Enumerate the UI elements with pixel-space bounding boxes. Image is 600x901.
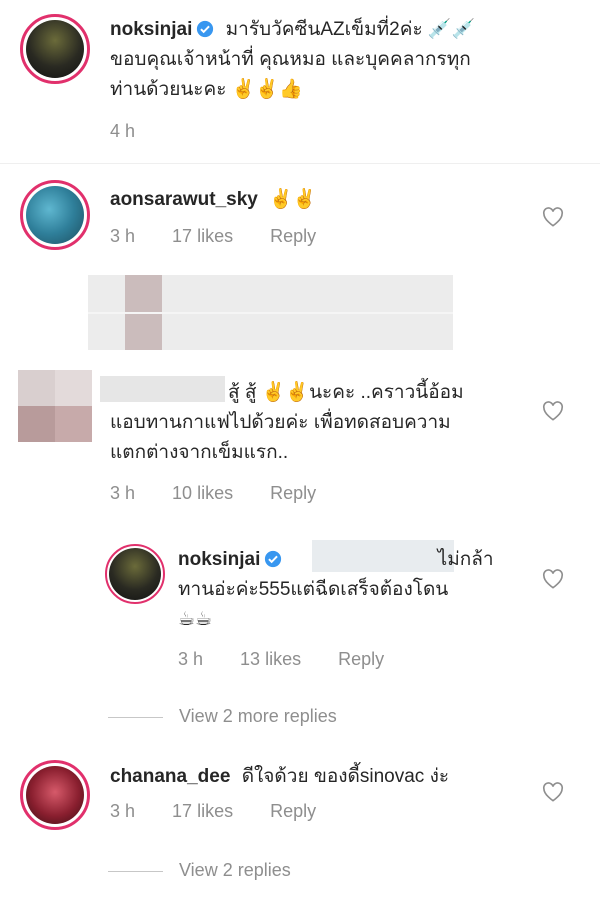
reply-time: 3 h: [178, 649, 204, 669]
caption-divider: [0, 163, 600, 164]
reply-line-3: ☕☕: [178, 609, 213, 630]
post-timestamp: 4 h: [110, 121, 136, 141]
thread-line: [108, 870, 163, 872]
reply-button[interactable]: Reply: [270, 801, 316, 821]
comment-likes[interactable]: 17 likes: [172, 801, 233, 821]
reply-meta: 3 h 13 likes Reply: [178, 649, 416, 670]
commenter-avatar[interactable]: [20, 180, 90, 250]
post-caption: noksinjai มารับวัคซีนAZเข็มที่2ค่ะ 💉💉 ขอ…: [110, 15, 550, 105]
post-author-username[interactable]: noksinjai: [110, 19, 192, 40]
caption-line-3: ท่านด้วยนะคะ ✌️✌️👍: [110, 79, 303, 100]
avatar-image: [26, 20, 84, 78]
comment-line-1: สู้ สู้ ✌️✌️นะคะ ..คราวนี้อ้อม: [228, 382, 464, 403]
comment-username[interactable]: chanana_dee: [110, 766, 230, 787]
comment-line-3: แตกต่างจากเข็มแรก..: [110, 442, 289, 463]
comment-time: 3 h: [110, 226, 136, 246]
view-replies-label: View 2 replies: [179, 860, 291, 880]
thread-line: [108, 716, 163, 718]
view-more-replies-button[interactable]: View 2 more replies: [108, 706, 337, 727]
reply-author-avatar[interactable]: [105, 544, 165, 604]
comment-likes[interactable]: 17 likes: [172, 226, 233, 246]
verified-badge-icon: [265, 550, 282, 568]
comment-text: ✌️✌️: [269, 189, 317, 210]
comment-time: 3 h: [110, 801, 136, 821]
avatar-image: [26, 186, 84, 244]
reply-button[interactable]: Reply: [338, 649, 384, 669]
comment-meta: 3 h 17 likes Reply: [110, 801, 348, 822]
comment-likes[interactable]: 10 likes: [172, 483, 233, 503]
reply-button[interactable]: Reply: [270, 226, 316, 246]
reply-likes[interactable]: 13 likes: [240, 649, 301, 669]
like-heart-icon[interactable]: [542, 207, 564, 227]
reply-button[interactable]: Reply: [270, 483, 316, 503]
comment-meta: 3 h 17 likes Reply: [110, 226, 348, 247]
comment-body: aonsarawut_sky ✌️✌️: [110, 185, 316, 215]
like-heart-icon[interactable]: [542, 782, 564, 802]
caption-line-2: ขอบคุณเจ้าหน้าที่ คุณหมอ และบุคคลากรทุก: [110, 49, 471, 70]
like-heart-icon[interactable]: [542, 569, 564, 589]
reply-line-2: ทานอ่ะค่ะ555แต่ฉีดเสร็จต้องโดน: [178, 579, 449, 600]
comment-time: 3 h: [110, 483, 136, 503]
comment-text: ดีใจด้วย ของดี้sinovac ง่ะ: [241, 766, 450, 787]
comment-line-2: แอบทานกาแฟไปด้วยค่ะ เพื่อทดสอบความ: [110, 412, 451, 433]
comment-username[interactable]: aonsarawut_sky: [110, 189, 258, 210]
caption-line-1: มารับวัคซีนAZเข็มที่2ค่ะ 💉💉: [225, 19, 476, 40]
reply-body: noksinjai ไม่กล้า ทานอ่ะค่ะ555แต่ฉีดเสร็…: [178, 545, 538, 635]
post-author-avatar[interactable]: [20, 14, 90, 84]
verified-badge-icon: [197, 20, 214, 38]
comment-meta: 3 h 10 likes Reply: [110, 483, 348, 504]
comment-body: สู้ สู้ ✌️✌️นะคะ ..คราวนี้อ้อม แอบทานกาแ…: [110, 378, 540, 468]
reply-username[interactable]: noksinjai: [178, 549, 260, 570]
commenter-avatar[interactable]: [20, 760, 90, 830]
avatar-image: [109, 548, 161, 600]
view-more-replies-label: View 2 more replies: [179, 706, 337, 726]
view-replies-button[interactable]: View 2 replies: [108, 860, 291, 881]
avatar-image: [26, 766, 84, 824]
reply-line-1-suffix: ไม่กล้า: [437, 549, 494, 570]
comment-body: chanana_dee ดีใจด้วย ของดี้sinovac ง่ะ: [110, 762, 449, 792]
commenter-avatar-redacted: [18, 370, 92, 442]
like-heart-icon[interactable]: [542, 401, 564, 421]
